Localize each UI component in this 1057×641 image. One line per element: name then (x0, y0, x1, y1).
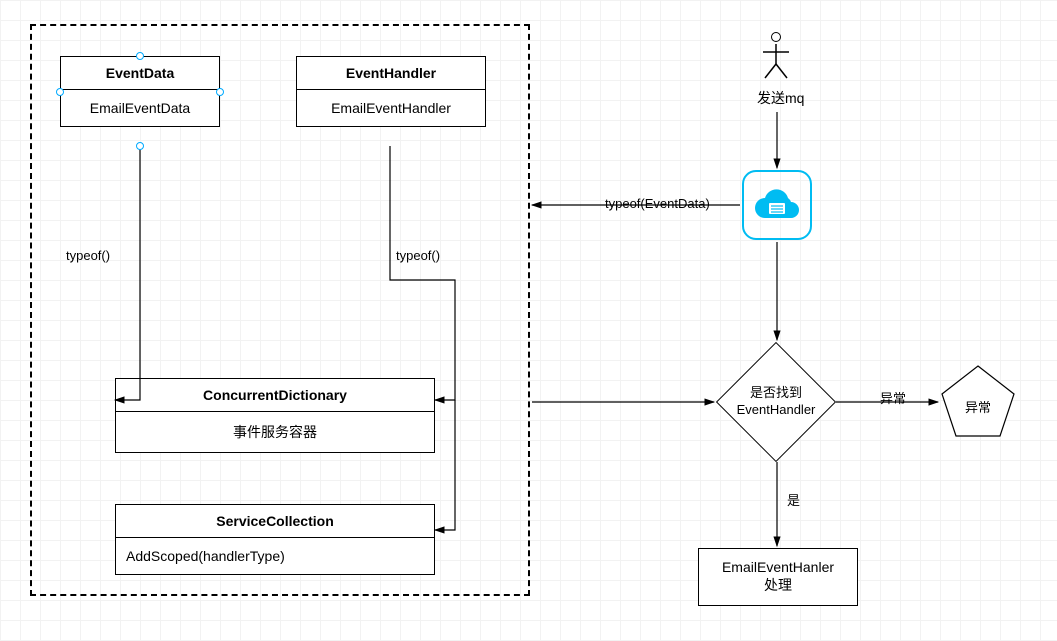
decision-text-line1: 是否找到 (750, 385, 802, 400)
box-title: EventHandler (297, 57, 485, 90)
port-icon[interactable] (216, 88, 224, 96)
class-box-eventdata[interactable]: EventData EmailEventData (60, 56, 220, 127)
box-body: EmailEventData (61, 90, 219, 126)
port-icon[interactable] (56, 88, 64, 96)
decision-diamond[interactable]: 是否找到 EventHandler (716, 342, 836, 462)
box-title: EventData (61, 57, 219, 90)
process-line2: 处理 (764, 577, 792, 593)
edge-label-typeof-right: typeof() (396, 248, 440, 263)
box-body: EmailEventHandler (297, 90, 485, 126)
edge-label-typeof-eventdata: typeof(EventData) (605, 196, 710, 211)
edge-label-exception: 异常 (880, 388, 906, 407)
box-title: ServiceCollection (116, 505, 434, 538)
decision-text-line2: EventHandler (737, 402, 816, 417)
box-body: 事件服务容器 (116, 412, 434, 452)
port-icon[interactable] (136, 52, 144, 60)
actor-icon (761, 32, 791, 80)
class-box-servicecollection[interactable]: ServiceCollection AddScoped(handlerType) (115, 504, 435, 575)
class-box-concurrentdictionary[interactable]: ConcurrentDictionary 事件服务容器 (115, 378, 435, 453)
pentagon-label: 异常 (938, 362, 1018, 442)
edge-label-typeof-left: typeof() (66, 248, 110, 263)
cloud-service-icon (742, 170, 812, 240)
box-title: ConcurrentDictionary (116, 379, 434, 412)
port-icon[interactable] (136, 142, 144, 150)
exception-pentagon[interactable]: 异常 (938, 362, 1018, 442)
edge-label-yes: 是 (787, 490, 800, 509)
process-line1: EmailEventHanler (722, 559, 834, 575)
class-box-eventhandler[interactable]: EventHandler EmailEventHandler (296, 56, 486, 127)
process-box-emailhandler[interactable]: EmailEventHanler 处理 (698, 548, 858, 606)
actor-caption: 发送mq (757, 88, 804, 108)
box-body: AddScoped(handlerType) (116, 538, 434, 574)
